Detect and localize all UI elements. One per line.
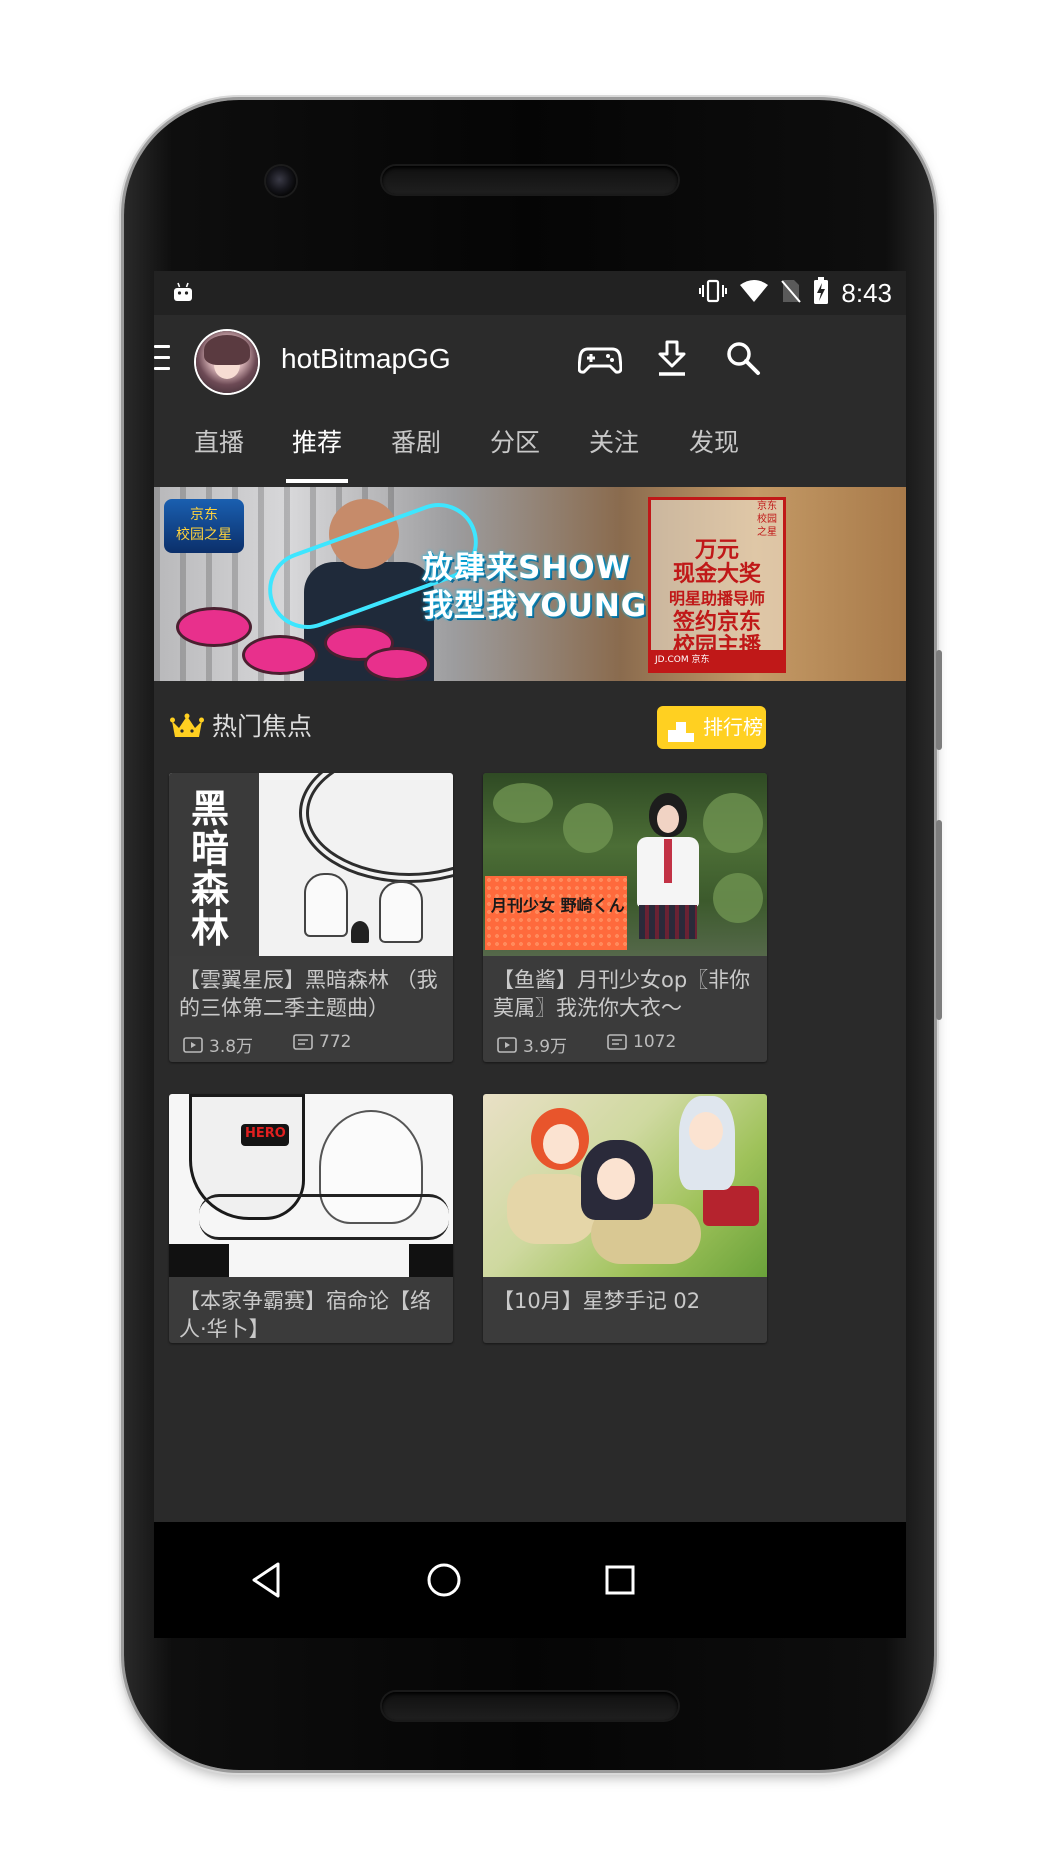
banner-logo: 京东 校园之星 [164,499,244,553]
tab-bar: 直播 推荐 番剧 分区 关注 发现 [154,403,906,487]
play-count-icon [183,1036,203,1053]
gamepad-icon[interactable] [577,339,623,379]
download-icon[interactable] [650,339,694,379]
thumbnail-sign: 月刊少女 野崎くん [485,876,627,950]
tab-discover[interactable]: 发现 [664,403,764,487]
video-thumbnail[interactable]: 黑暗森林 [169,773,453,956]
app-screen: 8:43 hotBitmapGG 直播 推荐 番剧 分区 关注 发现 京东 校园… [154,271,906,1522]
banner-slogan: 放肆来SHOW 我型我YOUNG [422,550,648,624]
top-speaker [382,166,678,194]
video-title[interactable]: 【鱼酱】月刊少女op〖非你莫属〗我洗你大衣～ [483,956,767,1022]
play-count-icon [497,1036,517,1053]
crown-icon [170,713,204,745]
app-toolbar: hotBitmapGG [154,315,906,403]
tab-follow[interactable]: 关注 [564,403,664,487]
front-camera [266,166,296,196]
power-button[interactable] [936,650,942,750]
promo-banner[interactable]: 京东 校园之星 放肆来SHOW 我型我YOUNG 京东 校园 之星 万元 现金大… [154,487,906,681]
system-nav-bar [154,1522,906,1638]
wifi-icon [739,279,769,307]
video-thumbnail[interactable] [483,1094,767,1277]
banner-board: 京东 校园 之星 万元 现金大奖 明星助播导师 签约京东 校园主播 JD.COM… [648,497,786,673]
video-title[interactable]: 【本家争霸赛】宿命论【络人·华卜】 [169,1277,453,1343]
user-avatar[interactable] [196,331,258,393]
status-bar: 8:43 [154,271,906,315]
android-icon [172,281,194,307]
recents-icon[interactable] [598,1558,642,1602]
username-label[interactable]: hotBitmapGG [281,343,451,375]
danmaku-icon [607,1034,627,1050]
tab-indicator [286,479,348,483]
bottom-speaker [382,1692,678,1720]
danmaku-count: 1072 [607,1032,676,1052]
search-icon[interactable] [722,339,766,379]
thumbnail-text: HERO [245,1126,286,1141]
danmaku-icon [293,1034,313,1050]
tab-bangumi[interactable]: 番剧 [366,403,466,487]
menu-icon[interactable] [154,345,170,371]
home-icon[interactable] [422,1558,466,1602]
podium-icon [667,716,695,759]
video-card[interactable]: 月刊少女 野崎くん 【鱼酱】月刊少女op〖非你莫属〗我洗你大衣～ 3.9万 10… [483,773,767,1062]
video-card[interactable]: 黑暗森林 【雲翼星辰】黑暗森林 （我的三体第二季主题曲） 3.8万 772 [169,773,453,1062]
hot-focus-header: 热门焦点 排行榜 [154,681,906,773]
back-icon[interactable] [246,1558,290,1602]
status-time: 8:43 [841,277,892,308]
play-count: 3.8万 [183,1032,253,1057]
video-thumbnail[interactable]: 月刊少女 野崎くん [483,773,767,956]
vibrate-icon [699,278,728,308]
danmaku-count: 772 [293,1032,351,1052]
thumbnail-text: 黑暗森林 [191,787,230,951]
video-card[interactable]: HERO 【本家争霸赛】宿命论【络人·华卜】 [169,1094,453,1343]
video-thumbnail[interactable]: HERO [169,1094,453,1277]
video-title[interactable]: 【雲翼星辰】黑暗森林 （我的三体第二季主题曲） [169,956,453,1022]
video-title[interactable]: 【10月】星梦手记 02 [483,1277,767,1343]
play-count: 3.9万 [497,1032,567,1057]
no-sim-icon [781,278,802,308]
tab-region[interactable]: 分区 [465,403,565,487]
tab-live[interactable]: 直播 [169,403,269,487]
ranking-button[interactable]: 排行榜 [657,706,766,749]
volume-button[interactable] [936,820,942,1020]
tab-recommend[interactable]: 推荐 [267,403,367,487]
video-card[interactable]: 【10月】星梦手记 02 [483,1094,767,1343]
section-title: 热门焦点 [212,712,313,741]
battery-charging-icon [813,277,829,309]
